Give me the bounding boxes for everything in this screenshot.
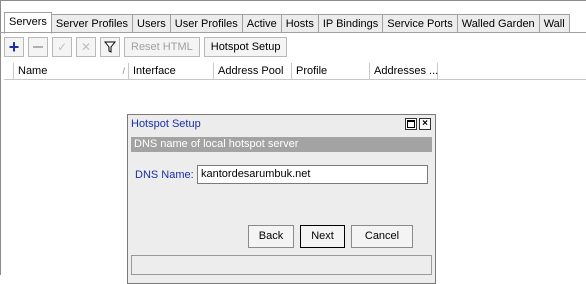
- tab-walled-garden-ip[interactable]: Wall: [538, 14, 570, 33]
- cancel-button[interactable]: Cancel: [351, 225, 413, 248]
- tab-hosts[interactable]: Hosts: [280, 14, 319, 33]
- plus-icon: +: [8, 37, 20, 57]
- column-interface[interactable]: Interface: [129, 63, 214, 79]
- back-button[interactable]: Back: [248, 225, 294, 248]
- dns-name-label: DNS Name:: [135, 169, 194, 181]
- check-icon: ✓: [56, 40, 68, 54]
- hotspot-setup-button[interactable]: Hotspot Setup: [203, 37, 288, 57]
- column-addresses[interactable]: Addresses ...: [370, 63, 438, 79]
- tab-divider: [0, 32, 586, 33]
- status-bar: [131, 255, 432, 275]
- column-name[interactable]: Name /: [14, 63, 129, 79]
- next-button[interactable]: Next: [300, 225, 345, 248]
- reset-html-button[interactable]: Reset HTML: [124, 37, 200, 57]
- filter-button[interactable]: [100, 37, 120, 57]
- dialog-title: Hotspot Setup: [131, 118, 201, 130]
- tab-ip-bindings[interactable]: IP Bindings: [317, 14, 384, 33]
- sort-icon: /: [122, 66, 125, 76]
- maximize-icon[interactable]: [405, 118, 417, 130]
- toolbar: + ✓ ✕ Reset HTML Hotspot Setup: [4, 36, 291, 58]
- close-icon[interactable]: ×: [419, 118, 431, 130]
- column-flag: [4, 63, 14, 79]
- step-description: DNS name of local hotspot server: [131, 137, 432, 152]
- filter-icon: [104, 41, 116, 53]
- minus-icon: [33, 46, 43, 48]
- dialog-titlebar[interactable]: Hotspot Setup ×: [128, 115, 435, 135]
- table-header: Name / Interface Address Pool Profile Add…: [4, 63, 586, 80]
- tab-server-profiles[interactable]: Server Profiles: [50, 14, 134, 33]
- tab-bar: Servers Server Profiles Users User Profi…: [4, 12, 570, 34]
- hotspot-setup-dialog: Hotspot Setup × DNS name of local hotspo…: [127, 114, 436, 284]
- tab-user-profiles[interactable]: User Profiles: [169, 14, 243, 33]
- cross-icon: ✕: [80, 40, 92, 54]
- tab-servers[interactable]: Servers: [4, 12, 52, 34]
- column-address-pool[interactable]: Address Pool: [214, 63, 292, 79]
- window-controls: ×: [403, 118, 431, 130]
- remove-button[interactable]: [28, 37, 48, 57]
- add-button[interactable]: +: [4, 37, 24, 57]
- tab-active[interactable]: Active: [241, 14, 282, 33]
- column-profile[interactable]: Profile: [292, 63, 370, 79]
- enable-button[interactable]: ✓: [52, 37, 72, 57]
- dns-name-input[interactable]: kantordesarumbuk.net: [197, 165, 428, 184]
- tab-service-ports[interactable]: Service Ports: [382, 14, 458, 33]
- tab-users[interactable]: Users: [132, 14, 171, 33]
- column-name-label: Name: [18, 65, 48, 77]
- tab-walled-garden[interactable]: Walled Garden: [456, 14, 540, 33]
- disable-button[interactable]: ✕: [76, 37, 96, 57]
